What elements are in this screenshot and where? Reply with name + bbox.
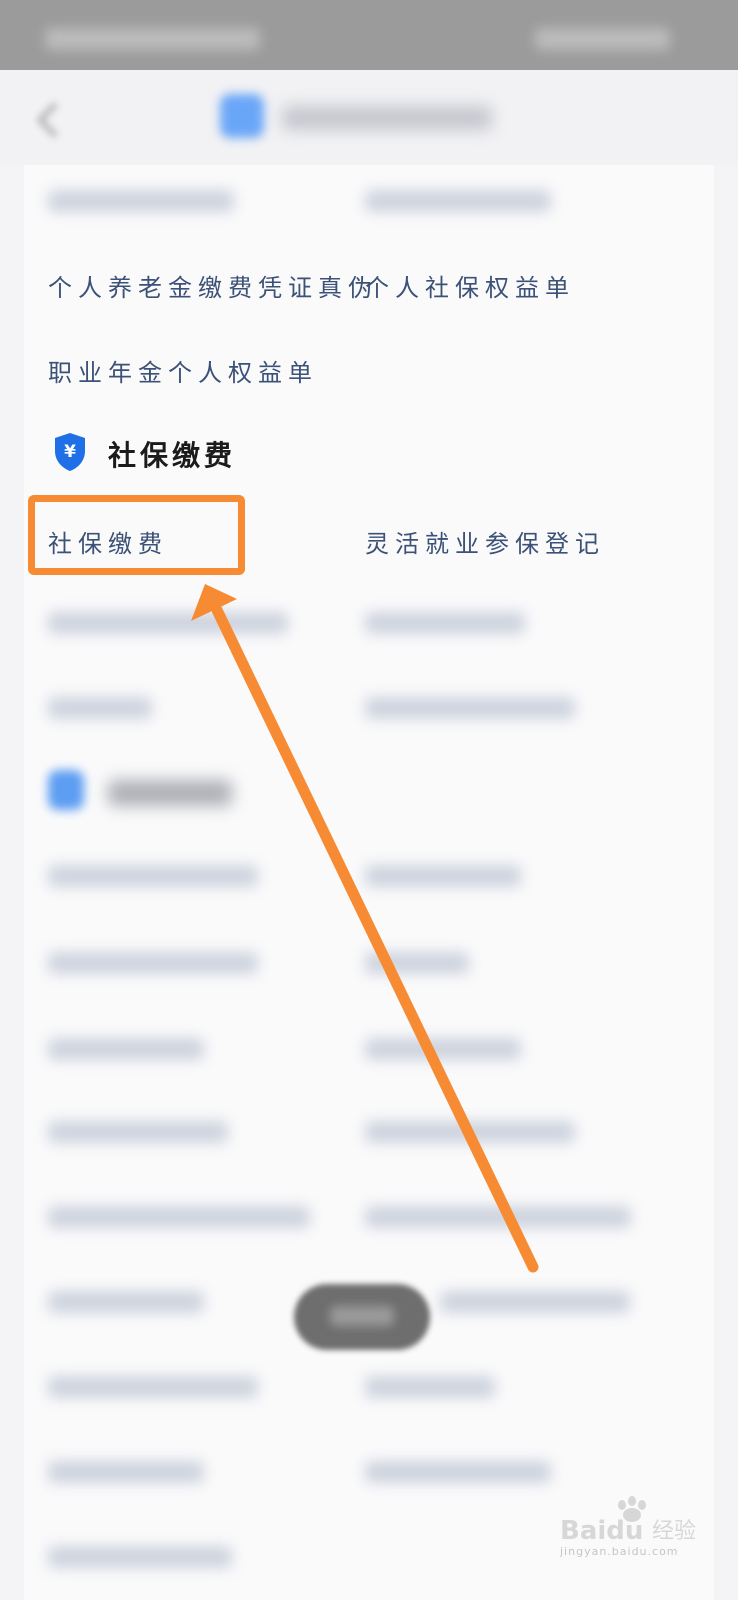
watermark-brand: Baidu (560, 1516, 643, 1546)
watermark-cn: 经验 (652, 1519, 696, 1544)
watermark-url: jingyan.baidu.com (560, 1545, 679, 1558)
arrow-shaft (211, 604, 539, 1273)
annotation-arrow (191, 584, 539, 1273)
